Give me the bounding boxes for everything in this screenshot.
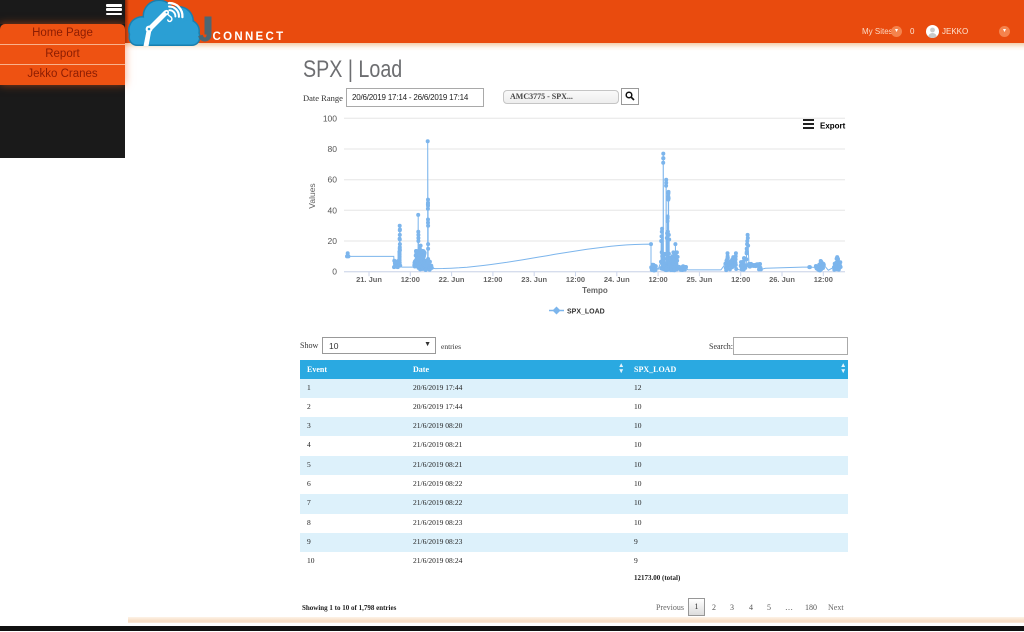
svg-text:12:00: 12:00 (401, 275, 420, 284)
svg-text:CONNECT: CONNECT (213, 31, 286, 43)
svg-text:100: 100 (323, 113, 337, 123)
svg-text:21. Jun: 21. Jun (356, 275, 382, 284)
svg-text:12:00: 12:00 (731, 275, 750, 284)
svg-text:SPX_LOAD: SPX_LOAD (567, 309, 605, 316)
svg-text:40: 40 (328, 205, 338, 215)
svg-text:12:00: 12:00 (814, 275, 833, 284)
svg-text:Tempo: Tempo (582, 286, 608, 295)
svg-text:Values: Values (307, 183, 317, 208)
svg-text:24. Jun: 24. Jun (604, 275, 630, 284)
svg-text:60: 60 (328, 175, 338, 185)
svg-text:12:00: 12:00 (649, 275, 668, 284)
svg-text:20: 20 (328, 236, 338, 246)
svg-text:26. Jun: 26. Jun (769, 275, 795, 284)
svg-text:0: 0 (332, 267, 337, 277)
svg-text:Export: Export (820, 122, 846, 131)
svg-text:23. Jun: 23. Jun (521, 275, 547, 284)
svg-text:80: 80 (328, 144, 338, 154)
svg-text:25. Jun: 25. Jun (686, 275, 712, 284)
svg-text:12:00: 12:00 (483, 275, 502, 284)
svg-text:22. Jun: 22. Jun (439, 275, 465, 284)
svg-text:12:00: 12:00 (566, 275, 585, 284)
